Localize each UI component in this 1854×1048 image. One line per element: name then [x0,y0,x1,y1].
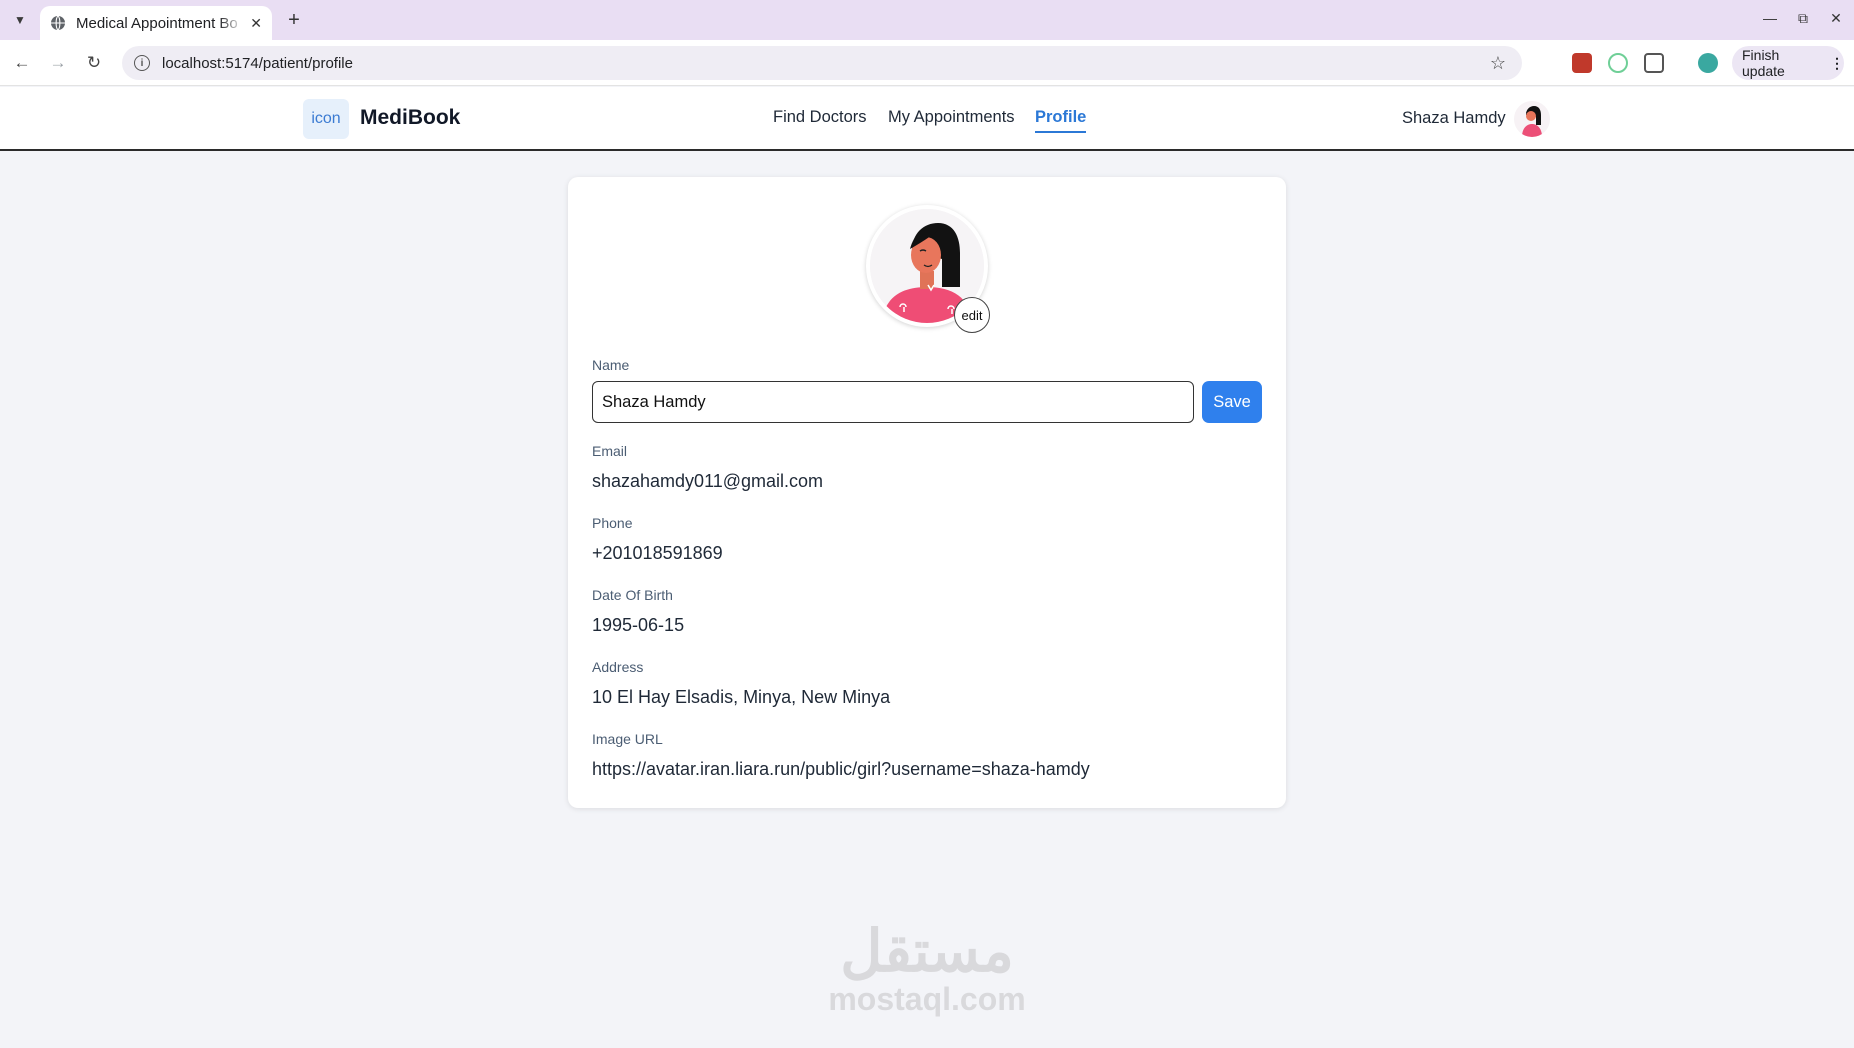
more-icon: ⋮ [1830,54,1844,71]
watermark: مستقل mostaql.com [812,919,1042,1017]
finish-update-label: Finish update [1742,47,1785,79]
dob-value: 1995-06-15 [592,615,685,635]
star-icon[interactable]: ☆ [1490,53,1506,74]
restore-icon[interactable]: ⧉ [1793,10,1813,27]
phone-value: +201018591869 [592,543,723,563]
name-input[interactable] [592,381,1194,423]
profile-card: edit Name Save Email shazahamdy011@gmail… [568,177,1286,808]
image-url-value: https://avatar.iran.liara.run/public/gir… [592,759,1090,779]
brand-name[interactable]: MediBook [360,106,460,130]
reload-icon[interactable]: ↻ [82,51,106,75]
browser-tab[interactable]: Medical Appointment Bo ✕ [40,6,272,40]
profile-avatar-wrap: edit [866,205,990,333]
window-close-icon[interactable]: ✕ [1826,10,1846,27]
extension-icon[interactable] [1608,53,1628,73]
browser-tab-bar: ▼ Medical Appointment Bo ✕ + — ⧉ ✕ [0,0,1854,40]
logo-icon[interactable]: icon [303,99,349,139]
close-icon[interactable]: ✕ [250,15,262,32]
info-icon[interactable]: i [134,55,150,71]
finish-update-button[interactable]: Finish update ⋮ [1732,46,1844,80]
url-text: localhost:5174/patient/profile [162,54,353,72]
email-value: shazahamdy011@gmail.com [592,471,824,491]
minimize-icon[interactable]: — [1760,10,1780,26]
watermark-arabic: مستقل [840,919,1014,984]
puzzle-icon[interactable] [1644,53,1664,73]
girl-avatar-icon [1514,101,1550,137]
phone-label: Phone [592,515,633,531]
globe-icon [51,15,65,31]
edit-avatar-button[interactable]: edit [954,297,990,333]
email-label: Email [592,443,628,459]
address-value: 10 El Hay Elsadis, Minya, New Minya [592,687,891,707]
profile-icon[interactable] [1698,53,1718,73]
app-header: icon MediBook Find Doctors My Appointmen… [0,87,1854,151]
forward-icon[interactable]: → [46,51,70,75]
plus-icon[interactable]: + [282,8,306,32]
extension-icon[interactable] [1572,53,1592,73]
address-bar[interactable]: i localhost:5174/patient/profile ☆ [122,46,1522,80]
back-icon[interactable]: ← [10,51,34,75]
watermark-latin: mostaql.com [828,981,1026,1017]
image-url-label: Image URL [592,731,663,747]
browser-toolbar: ← → ↻ i localhost:5174/patient/profile ☆… [0,40,1854,86]
address-label: Address [592,659,644,675]
avatar[interactable] [1514,101,1550,137]
tab-title: Medical Appointment Bo [76,14,238,32]
tab-list-icon[interactable]: ▼ [8,8,32,32]
header-user-name: Shaza Hamdy [1402,109,1506,127]
name-label: Name [592,357,630,373]
nav-find-doctors[interactable]: Find Doctors [773,108,867,127]
nav-my-appointments[interactable]: My Appointments [888,108,1015,127]
nav-profile[interactable]: Profile [1035,108,1087,133]
dob-label: Date Of Birth [592,587,673,603]
save-button[interactable]: Save [1202,381,1262,423]
